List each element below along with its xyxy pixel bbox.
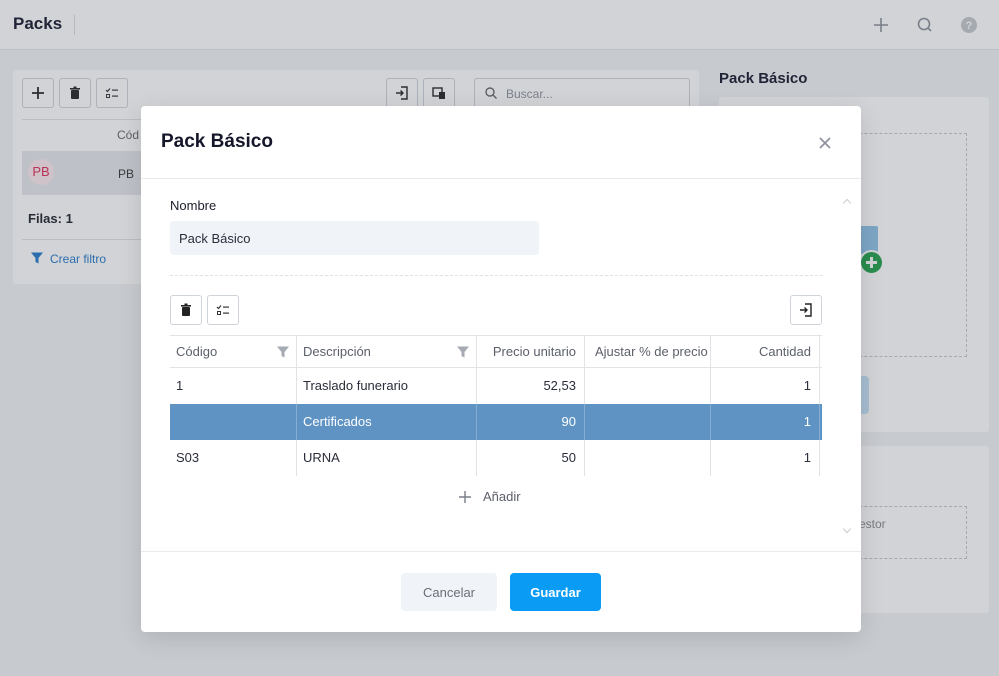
checklist-icon bbox=[216, 305, 229, 315]
filter-icon[interactable] bbox=[456, 345, 470, 359]
filter-icon[interactable] bbox=[276, 345, 290, 359]
cell-descripcion[interactable]: Traslado funerario bbox=[297, 368, 477, 404]
scroll-up-icon[interactable] bbox=[842, 198, 852, 208]
cell-cantidad[interactable]: 1 bbox=[711, 368, 820, 404]
scroll-down-icon[interactable] bbox=[842, 524, 852, 534]
plus-icon bbox=[459, 491, 471, 503]
pack-dialog: Pack Básico Nombre Código Descripción Pr… bbox=[141, 106, 861, 632]
grid-header: Código Descripción Precio unitario Ajust… bbox=[170, 335, 822, 368]
column-label: Descripción bbox=[303, 344, 371, 359]
cancel-button[interactable]: Cancelar bbox=[401, 573, 497, 611]
column-header-ajuste[interactable]: Ajustar % de precio bbox=[585, 336, 711, 367]
cell-precio[interactable]: 90 bbox=[477, 404, 585, 440]
cell-precio[interactable]: 50 bbox=[477, 440, 585, 476]
column-header-cantidad[interactable]: Cantidad bbox=[711, 336, 820, 367]
cell-ajuste[interactable] bbox=[585, 404, 711, 440]
table-row[interactable]: S03 URNA 50 1 bbox=[170, 440, 822, 476]
delete-row-button[interactable] bbox=[170, 295, 202, 325]
header-divider bbox=[141, 178, 861, 179]
section-divider bbox=[170, 275, 823, 276]
cell-cantidad[interactable]: 1 bbox=[711, 440, 820, 476]
add-row-label: Añadir bbox=[483, 489, 521, 504]
column-label: Código bbox=[176, 344, 218, 359]
trash-icon bbox=[181, 303, 191, 316]
import-icon bbox=[800, 303, 812, 317]
items-grid: Código Descripción Precio unitario Ajust… bbox=[170, 335, 822, 477]
column-header-descripcion[interactable]: Descripción bbox=[297, 336, 477, 367]
footer-divider bbox=[141, 551, 861, 552]
cell-cantidad[interactable]: 1 bbox=[711, 404, 820, 440]
import-rows-button[interactable] bbox=[790, 295, 822, 325]
table-row-selected[interactable]: Certificados 90 1 bbox=[170, 404, 822, 440]
column-header-codigo[interactable]: Código bbox=[170, 336, 297, 367]
cell-codigo[interactable]: S03 bbox=[170, 440, 297, 476]
cell-descripcion[interactable]: URNA bbox=[297, 440, 477, 476]
dialog-title: Pack Básico bbox=[161, 131, 273, 152]
cell-precio[interactable]: 52,53 bbox=[477, 368, 585, 404]
select-rows-button[interactable] bbox=[207, 295, 239, 325]
name-field[interactable] bbox=[170, 221, 539, 255]
column-header-precio[interactable]: Precio unitario bbox=[477, 336, 585, 367]
cell-ajuste[interactable] bbox=[585, 368, 711, 404]
cell-codigo[interactable] bbox=[170, 404, 297, 440]
cell-descripcion[interactable]: Certificados bbox=[297, 404, 477, 440]
cell-ajuste[interactable] bbox=[585, 440, 711, 476]
name-label: Nombre bbox=[170, 198, 217, 213]
close-icon[interactable] bbox=[816, 134, 834, 152]
table-row[interactable]: 1 Traslado funerario 52,53 1 bbox=[170, 368, 822, 404]
save-button[interactable]: Guardar bbox=[510, 573, 601, 611]
cell-codigo[interactable]: 1 bbox=[170, 368, 297, 404]
